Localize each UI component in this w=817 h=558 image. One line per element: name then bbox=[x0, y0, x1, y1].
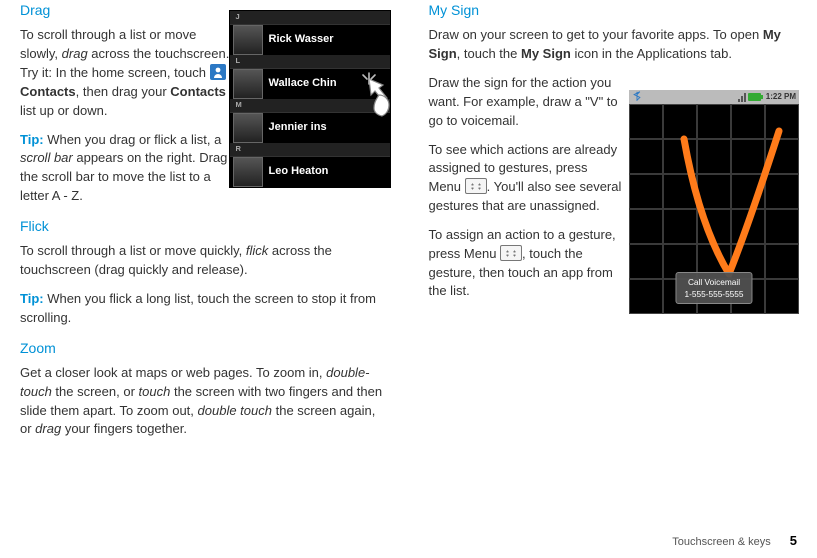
battery-icon bbox=[748, 92, 764, 102]
txt: your fingers together. bbox=[61, 421, 187, 436]
contacts-label: Contacts bbox=[20, 84, 76, 99]
left-column: Drag To scroll through a list or move sl… bbox=[0, 0, 409, 558]
txt: , touch the bbox=[457, 46, 521, 61]
status-bar: 1:22 PM bbox=[629, 90, 799, 104]
txt: flick bbox=[246, 243, 268, 258]
txt: My Sign bbox=[521, 46, 571, 61]
txt: drag bbox=[35, 421, 61, 436]
drag-tip: Tip: When you drag or flick a list, a sc… bbox=[20, 131, 230, 206]
mysign-heading: My Sign bbox=[429, 0, 798, 20]
tip-label: Tip: bbox=[20, 132, 44, 147]
contact-name: Rick Wasser bbox=[269, 32, 334, 48]
txt: list up or down. bbox=[20, 103, 107, 118]
gesture-grid: Call Voicemail 1-555-555-5555 bbox=[629, 104, 799, 314]
txt: the screen, or bbox=[52, 384, 139, 399]
contacts-icon bbox=[210, 64, 226, 80]
contact-name: Leo Heaton bbox=[269, 164, 329, 180]
avatar bbox=[233, 113, 263, 143]
txt: When you flick a long list, touch the sc… bbox=[20, 291, 376, 325]
hand-icon bbox=[349, 65, 405, 121]
mysign-text-block: Draw the sign for the action you want. F… bbox=[429, 74, 624, 301]
zoom-heading: Zoom bbox=[20, 338, 389, 358]
signal-icon bbox=[738, 92, 746, 102]
mysign-p4: To assign an action to a gesture, press … bbox=[429, 226, 624, 301]
tip-label: Tip: bbox=[20, 291, 44, 306]
txt: icon in the Applications tab. bbox=[571, 46, 732, 61]
flick-p1: To scroll through a list or move quickly… bbox=[20, 242, 389, 280]
footer: Touchscreen & keys 5 bbox=[672, 533, 797, 548]
status-right: 1:22 PM bbox=[738, 91, 796, 103]
drag-text-block: To scroll through a list or move slowly,… bbox=[20, 26, 230, 206]
txt: Draw on your screen to get to your favor… bbox=[429, 27, 763, 42]
txt: double touch bbox=[198, 403, 272, 418]
page: Drag To scroll through a list or move sl… bbox=[0, 0, 817, 558]
txt: Contacts bbox=[170, 84, 226, 99]
flick-section: Flick To scroll through a list or move q… bbox=[20, 216, 389, 328]
index-letter: J bbox=[230, 11, 390, 24]
flick-tip: Tip: When you flick a long list, touch t… bbox=[20, 290, 389, 328]
mysign-p3: To see which actions are already assigne… bbox=[429, 141, 624, 216]
menu-icon bbox=[500, 245, 522, 261]
txt: drag bbox=[62, 46, 88, 61]
menu-icon bbox=[465, 178, 487, 194]
mysign-p2: Draw the sign for the action you want. F… bbox=[429, 74, 624, 131]
mysign-screenshot: 1:22 PM bbox=[629, 90, 799, 314]
footer-section: Touchscreen & keys bbox=[672, 536, 770, 548]
flick-heading: Flick bbox=[20, 216, 389, 236]
zoom-p: Get a closer look at maps or web pages. … bbox=[20, 364, 389, 439]
avatar bbox=[233, 157, 263, 187]
contact-name: Jennier ins bbox=[269, 120, 327, 136]
txt: To scroll through a list or move quickly… bbox=[20, 243, 246, 258]
list-item: Leo Heaton bbox=[230, 156, 390, 187]
drag-p1: To scroll through a list or move slowly,… bbox=[20, 26, 230, 120]
contact-name: Wallace Chin bbox=[269, 76, 337, 92]
avatar bbox=[233, 69, 263, 99]
avatar bbox=[233, 25, 263, 55]
right-column: My Sign Draw on your screen to get to yo… bbox=[409, 0, 817, 558]
txt: touch bbox=[139, 384, 171, 399]
mysign-p1: Draw on your screen to get to your favor… bbox=[429, 26, 798, 64]
list-item: Rick Wasser bbox=[230, 24, 390, 55]
txt: scroll bar bbox=[20, 150, 73, 165]
page-number: 5 bbox=[790, 533, 797, 548]
status-time: 1:22 PM bbox=[766, 91, 796, 103]
txt: , then drag your bbox=[76, 84, 171, 99]
txt: Get a closer look at maps or web pages. … bbox=[20, 365, 326, 380]
contacts-screenshot: J Rick Wasser L Wallace Chin M Jennier i… bbox=[229, 10, 399, 170]
index-letter: R bbox=[230, 143, 390, 156]
txt: When you drag or flick a list, a bbox=[44, 132, 222, 147]
